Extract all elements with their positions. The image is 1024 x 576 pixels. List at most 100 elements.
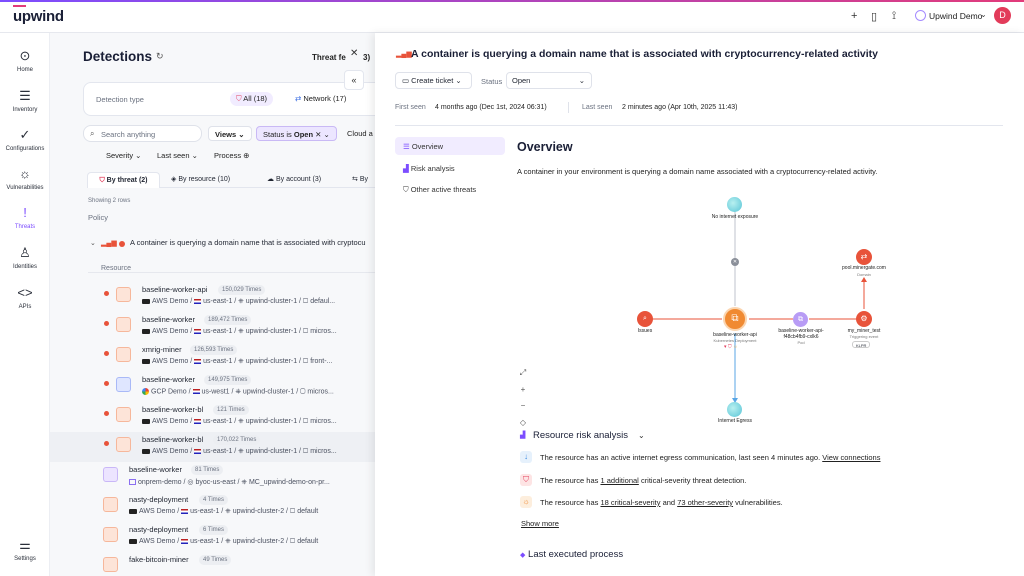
table-row[interactable]: fake-bitcoin-miner 49 Times <box>50 552 375 576</box>
chevron-down-icon[interactable]: ⌄ <box>980 10 987 19</box>
book-icon[interactable]: ▯ <box>871 10 877 23</box>
close-circle-icon[interactable]: ✕ <box>731 258 739 266</box>
detail-panel: ▂▄▆ A container is querying a domain nam… <box>375 33 1024 576</box>
sidebar-item-inventory[interactable]: ☰ Inventory <box>0 87 50 113</box>
event-node-icon[interactable]: ⚙ <box>856 311 872 327</box>
table-row[interactable]: baseline-worker-api 150,029 Times AWS Demo… <box>50 282 375 312</box>
shield-icon: ⛉ <box>236 94 242 103</box>
sidebar-item-identities[interactable]: ♙ Identities <box>0 244 50 270</box>
onprem-icon <box>129 479 136 486</box>
sidebar: ⊙ Home ☰ Inventory ✓ Configurations ☼ Vulner… <box>0 33 50 576</box>
other-vulns-link[interactable]: 73 other-severity <box>677 498 733 507</box>
table-row[interactable]: baseline-worker 149,975 Times GCP Demo / u… <box>50 372 375 402</box>
alert-icon: ! <box>23 205 27 220</box>
deployment-icon <box>103 557 118 572</box>
risk-item-egress: The resource has an active internet egre… <box>540 453 881 462</box>
sidebar-item-vulnerabilities[interactable]: ☼ Vulnerabilities <box>0 165 50 191</box>
code-icon: <> <box>17 285 33 300</box>
shield-icon: ⛉ <box>520 474 532 486</box>
issues-label: Issues <box>637 328 653 334</box>
us-flag-icon <box>192 389 200 394</box>
pod-node-icon[interactable]: ⧉ <box>793 312 808 327</box>
tab-by-resource[interactable]: ◈ By resource (10) <box>171 172 230 187</box>
collapse-chevron-icon[interactable]: ⌄ <box>90 239 96 247</box>
type-network[interactable]: ⇄ Network (17) <box>289 92 352 106</box>
person-run-icon[interactable]: ⟟ <box>892 10 896 23</box>
deployment-icon <box>103 467 118 482</box>
zoom-out-icon[interactable]: − <box>518 401 528 411</box>
last-seen-filter[interactable]: Last seen ⌄ <box>151 148 204 163</box>
threat-feed-button[interactable]: Threat fe <box>312 53 346 62</box>
zoom-in-icon[interactable]: + <box>518 385 528 395</box>
deployment-icon <box>116 437 131 452</box>
top-bar: upwind + ▯ ⟟ Upwind Demo ⌄ D <box>0 0 1024 33</box>
page-title: Detections <box>83 49 153 64</box>
domain-node-icon[interactable]: ⇄ <box>856 249 872 265</box>
view-connections-link[interactable]: View connections <box>822 453 880 462</box>
network-icon: ⇄ <box>295 94 302 103</box>
deployment-icon <box>116 317 131 332</box>
sidebar-item-settings[interactable]: ⚌ Settings <box>0 536 50 562</box>
logo[interactable]: upwind <box>13 5 64 25</box>
org-name[interactable]: Upwind Demo <box>929 11 982 21</box>
deployment-icon <box>116 287 131 302</box>
type-all[interactable]: ⛉ All (18) <box>230 92 274 106</box>
critical-vulns-link[interactable]: 18 critical-severity <box>600 498 660 507</box>
sidebar-item-threats[interactable]: ! Threats <box>0 204 50 230</box>
domain-sub: Domain <box>857 272 871 277</box>
process-filter[interactable]: Process ⊕ <box>208 148 256 163</box>
issues-node-icon[interactable]: ⌕ <box>637 311 653 327</box>
close-icon[interactable]: ✕ <box>350 48 358 59</box>
group-tabs: ⛉ By threat (2) ◈ By resource (10) ☁ By … <box>87 172 375 188</box>
gcp-icon <box>142 388 149 395</box>
table-row[interactable]: nasty-deployment 4 Times AWS Demo / us-eas… <box>50 492 375 522</box>
egress-arrow-icon: ↓ <box>520 451 532 463</box>
egress-label: Internet Egress <box>718 418 752 424</box>
sidebar-item-apis[interactable]: <> APIs <box>0 284 50 310</box>
avatar[interactable]: D <box>994 7 1011 24</box>
deployment-node-icon[interactable]: ⧉ <box>723 307 747 331</box>
recenter-icon[interactable]: ◇ <box>518 418 528 428</box>
refresh-icon[interactable]: ↻ <box>156 51 164 62</box>
table-row[interactable]: baseline-worker 189,472 Times AWS Demo / u… <box>50 312 375 342</box>
us-flag-icon <box>181 508 189 514</box>
severity-filter[interactable]: Severity ⌄ <box>100 148 148 163</box>
search-input[interactable]: ⌕ Search anything <box>83 125 202 142</box>
plus-icon[interactable]: + <box>851 10 857 22</box>
table-row[interactable]: nasty-deployment 6 Times AWS Demo / us-eas… <box>50 522 375 552</box>
cloud-filter[interactable]: Cloud a <box>347 129 373 138</box>
risk-item-threat: The resource has 1 additional critical-s… <box>540 476 747 485</box>
aws-icon <box>129 508 137 514</box>
deployment-badges: ▾ ⛉ ☼ <box>724 344 738 350</box>
group-title[interactable]: A container is querying a domain name th… <box>130 238 366 247</box>
table-row[interactable]: baseline-worker 81 Times onprem-demo / ◎ b… <box>50 462 375 492</box>
table-row[interactable]: baseline-worker-bl 170,022 Times AWS Demo … <box>50 432 375 462</box>
aws-icon <box>142 298 150 304</box>
chevron-down-icon[interactable]: ⌄ <box>638 431 645 440</box>
tab-more[interactable]: ⇆ By <box>352 172 368 187</box>
no-internet-label: No internet exposure <box>711 214 759 220</box>
tab-by-account[interactable]: ☁ By account (3) <box>267 172 321 187</box>
severity-bars-icon: ▂▄▆ <box>101 240 117 247</box>
collapse-panel-icon[interactable]: « <box>344 70 364 90</box>
table-row[interactable]: baseline-worker-bl 121 Times AWS Demo / us… <box>50 402 375 432</box>
status-filter-chip[interactable]: Status is Open ✕ ⌄ <box>256 126 337 141</box>
globe-node-icon[interactable] <box>727 402 742 417</box>
additional-threat-link[interactable]: 1 additional <box>600 476 638 485</box>
sidebar-item-home[interactable]: ⊙ Home <box>0 47 50 73</box>
tab-by-threat[interactable]: ⛉ By threat (2) <box>87 172 160 188</box>
org-icon[interactable] <box>915 10 926 21</box>
aws-icon <box>142 448 150 454</box>
show-more-link[interactable]: Show more <box>521 519 559 528</box>
table-row[interactable]: xmrig-miner 126,593 Times AWS Demo / us-ea… <box>50 342 375 372</box>
no-internet-node-icon[interactable] <box>727 197 742 212</box>
resource-header: Resource <box>101 265 131 272</box>
sidebar-item-configurations[interactable]: ✓ Configurations <box>0 126 50 152</box>
event-badge: KLPR <box>852 341 871 348</box>
detection-type-label: Detection type <box>96 95 144 104</box>
home-icon: ⊙ <box>19 48 31 63</box>
table-header: Resource <box>88 257 375 273</box>
severity-dot <box>119 241 125 247</box>
fit-view-icon[interactable]: ⤢ <box>518 368 528 378</box>
views-dropdown[interactable]: Views ⌄ <box>208 126 252 141</box>
